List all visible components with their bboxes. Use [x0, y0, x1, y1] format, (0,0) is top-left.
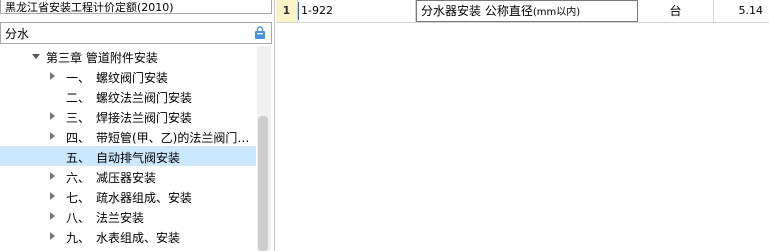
tree-item-label: 焊接法兰阀门安装: [96, 111, 193, 125]
table-row[interactable]: 1 1-922 分水器安装 公称直径(mm以内) 台 5.14: [276, 0, 769, 23]
tree-item-7[interactable]: 七、 疏水器组成、安装: [0, 186, 256, 206]
collapse-arrow-icon[interactable]: [50, 112, 55, 120]
bag-search-icon[interactable]: [253, 26, 267, 40]
unit-cell[interactable]: 台: [638, 0, 714, 22]
tree-item-6[interactable]: 六、 减压器安装: [0, 166, 256, 186]
search-box[interactable]: [0, 22, 272, 44]
tree-item-1[interactable]: 一、 螺纹阀门安装: [0, 66, 256, 86]
quantity-cell[interactable]: 5.14: [714, 0, 769, 22]
expand-arrow-icon[interactable]: [32, 54, 40, 59]
tree-item-label: 螺纹法兰阀门安装: [96, 91, 193, 105]
tree-item-label: 水表组成、安装: [96, 231, 181, 245]
tree-item-label: 法兰安装: [96, 211, 145, 225]
tree-item-num: 九、: [66, 231, 91, 245]
quota-name-cell[interactable]: 分水器安装 公称直径(mm以内): [416, 0, 638, 22]
search-input[interactable]: [5, 24, 241, 42]
tree-chapter-3[interactable]: 第三章 管道附件安装: [0, 46, 256, 66]
row-index[interactable]: 1: [276, 0, 298, 22]
tree-item-9[interactable]: 九、 水表组成、安装: [0, 226, 256, 246]
quota-name-suffix: (mm以内): [532, 7, 581, 18]
tree-item-2[interactable]: 二、 螺纹法兰阀门安装: [0, 86, 256, 106]
tree-item-label: 螺纹阀门安装: [96, 71, 169, 85]
quota-code-cell[interactable]: 1-922: [298, 0, 416, 22]
tree-item-8[interactable]: 八、 法兰安装: [0, 206, 256, 226]
collapse-arrow-icon[interactable]: [50, 192, 55, 200]
quota-name-text: 分水器安装 公称直径: [421, 4, 533, 18]
tree-item-num: 二、: [66, 91, 91, 105]
tree-item-5[interactable]: 五、 自动排气阀安装: [0, 146, 256, 166]
collapse-arrow-icon[interactable]: [50, 72, 55, 80]
quota-library-label: 黑龙江省安装工程计价定额(2010): [5, 1, 174, 14]
scrollbar-thumb[interactable]: [258, 116, 268, 251]
tree-item-label: 自动排气阀安装: [96, 151, 181, 165]
quota-tree-panel: 黑龙江省安装工程计价定额(2010) 第三章 管道附件安装 一、 螺纹阀门安装 …: [0, 0, 275, 251]
tree-item-4[interactable]: 四、 带短管(甲、乙)的法兰阀门…: [0, 126, 256, 146]
tree-item-label: 疏水器组成、安装: [96, 191, 193, 205]
quota-library-select[interactable]: 黑龙江省安装工程计价定额(2010): [0, 0, 272, 14]
collapse-arrow-icon[interactable]: [50, 232, 55, 240]
chapter-label: 第三章 管道附件安装: [46, 51, 158, 65]
tree-item-num: 六、: [66, 171, 91, 185]
tree-item-label: 减压器安装: [96, 171, 157, 185]
tree-item-num: 七、: [66, 191, 91, 205]
tree-scrollbar[interactable]: [257, 46, 271, 251]
collapse-arrow-icon[interactable]: [50, 132, 55, 140]
tree-item-label: 带短管(甲、乙)的法兰阀门…: [96, 131, 250, 145]
tree-item-num: 八、: [66, 211, 91, 225]
tree-item-num: 五、: [66, 151, 91, 165]
quota-grid: 1 1-922 分水器安装 公称直径(mm以内) 台 5.14: [276, 0, 769, 251]
collapse-arrow-icon[interactable]: [50, 172, 55, 180]
tree-item-3[interactable]: 三、 焊接法兰阀门安装: [0, 106, 256, 126]
collapse-arrow-icon[interactable]: [50, 212, 55, 220]
tree-item-num: 四、: [66, 131, 91, 145]
tree-item-num: 一、: [66, 71, 91, 85]
tree-item-num: 三、: [66, 111, 91, 125]
